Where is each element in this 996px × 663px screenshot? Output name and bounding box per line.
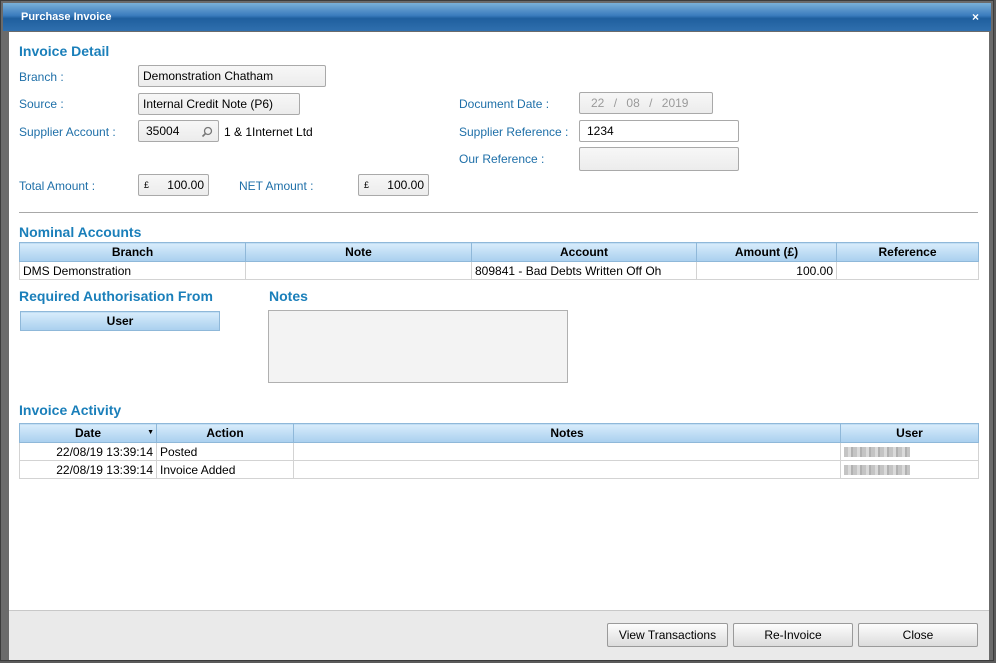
cell-note <box>245 261 472 280</box>
dialog-content: Invoice Detail Branch : Demonstration Ch… <box>9 32 989 610</box>
table-row[interactable]: 22/08/19 13:39:14 Invoice Added <box>19 460 979 479</box>
table-header-row: User <box>20 311 220 331</box>
cell-action: Posted <box>156 442 294 461</box>
document-date-year: 2019 <box>661 96 689 110</box>
nominal-accounts-table: Branch Note Account Amount (£) Reference… <box>19 242 979 280</box>
sort-desc-icon[interactable]: ▼ <box>147 429 154 436</box>
re-invoice-button[interactable]: Re-Invoice <box>733 623 853 647</box>
cell-amount: 100.00 <box>696 261 837 280</box>
column-header-date[interactable]: Date ▼ <box>19 423 157 443</box>
redacted-user <box>844 465 910 476</box>
cell-notes <box>293 442 841 461</box>
supplier-account-field[interactable]: 35004 <box>138 120 219 142</box>
column-header-branch[interactable]: Branch <box>19 242 246 262</box>
net-amount-value: 100.00 <box>387 178 424 192</box>
supplier-reference-label: Supplier Reference : <box>459 125 569 139</box>
column-header-date-label: Date <box>74 426 101 440</box>
authorisation-table: User <box>20 311 220 331</box>
document-date-field[interactable]: 22 / 08 / 2019 <box>579 92 713 114</box>
net-amount-currency: £ <box>364 180 370 190</box>
divider <box>19 212 978 213</box>
column-header-account[interactable]: Account <box>471 242 697 262</box>
net-amount-field[interactable]: £ 100.00 <box>358 174 429 196</box>
cell-action: Invoice Added <box>156 460 294 479</box>
cell-user <box>840 460 979 479</box>
nominal-accounts-heading: Nominal Accounts <box>19 224 142 240</box>
invoice-activity-table: Date ▼ Action Notes User 22/08/19 13:39:… <box>19 423 979 479</box>
supplier-account-label: Supplier Account : <box>19 125 116 139</box>
our-reference-field[interactable] <box>579 147 739 171</box>
total-amount-field[interactable]: £ 100.00 <box>138 174 209 196</box>
table-header-row: Date ▼ Action Notes User <box>19 423 979 443</box>
supplier-name: 1 & 1Internet Ltd <box>224 125 313 139</box>
source-label: Source : <box>19 97 64 111</box>
cell-reference <box>836 261 979 280</box>
cell-notes <box>293 460 841 479</box>
invoice-activity-heading: Invoice Activity <box>19 402 122 418</box>
table-row[interactable]: DMS Demonstration 809841 - Bad Debts Wri… <box>19 261 979 280</box>
net-amount-label: NET Amount : <box>239 179 314 193</box>
cell-account: 809841 - Bad Debts Written Off Oh <box>471 261 697 280</box>
branch-field[interactable]: Demonstration Chatham <box>138 65 326 87</box>
notes-heading: Notes <box>269 288 308 304</box>
document-date-month: 08 <box>626 96 640 110</box>
notes-textarea[interactable] <box>268 310 568 383</box>
column-header-user[interactable]: User <box>840 423 979 443</box>
magnifier-icon[interactable] <box>201 124 213 141</box>
total-amount-currency: £ <box>144 180 150 190</box>
date-separator: / <box>613 96 618 110</box>
source-field[interactable]: Internal Credit Note (P6) <box>138 93 300 115</box>
column-header-user[interactable]: User <box>20 311 220 331</box>
dialog-footer: View Transactions Re-Invoice Close <box>9 610 989 660</box>
close-button[interactable]: Close <box>858 623 978 647</box>
cell-branch: DMS Demonstration <box>19 261 246 280</box>
close-icon[interactable]: × <box>972 10 979 24</box>
column-header-amount[interactable]: Amount (£) <box>696 242 837 262</box>
invoice-detail-heading: Invoice Detail <box>19 43 110 59</box>
date-separator: / <box>649 96 653 110</box>
our-reference-label: Our Reference : <box>459 152 545 166</box>
column-header-notes[interactable]: Notes <box>293 423 841 443</box>
total-amount-value: 100.00 <box>167 178 204 192</box>
cell-user <box>840 442 979 461</box>
title-bar[interactable]: Purchase Invoice × <box>3 3 991 31</box>
supplier-account-value: 35004 <box>146 124 180 138</box>
table-header-row: Branch Note Account Amount (£) Reference <box>19 242 979 262</box>
table-row[interactable]: 22/08/19 13:39:14 Posted <box>19 442 979 461</box>
purchase-invoice-window: Purchase Invoice × Invoice Detail Branch… <box>0 0 994 661</box>
window-title: Purchase Invoice <box>21 11 112 23</box>
document-date-label: Document Date : <box>459 97 550 111</box>
view-transactions-button[interactable]: View Transactions <box>607 623 728 647</box>
cell-date: 22/08/19 13:39:14 <box>19 460 157 479</box>
total-amount-label: Total Amount : <box>19 179 96 193</box>
branch-label: Branch : <box>19 70 64 84</box>
cell-date: 22/08/19 13:39:14 <box>19 442 157 461</box>
column-header-note[interactable]: Note <box>245 242 472 262</box>
authorisation-heading: Required Authorisation From <box>19 288 213 304</box>
column-header-reference[interactable]: Reference <box>836 242 979 262</box>
column-header-action[interactable]: Action <box>156 423 294 443</box>
redacted-user <box>844 447 910 458</box>
supplier-reference-field[interactable]: 1234 <box>579 120 739 142</box>
document-date-day: 22 <box>591 96 605 110</box>
